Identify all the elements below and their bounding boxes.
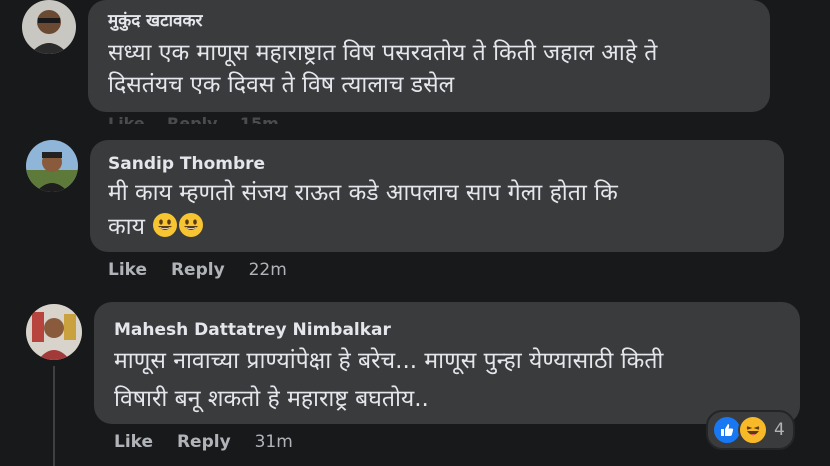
haha-reaction-icon [738, 415, 768, 445]
comment-author[interactable]: Sandip Thombre [108, 154, 265, 174]
avatar[interactable] [22, 0, 76, 54]
avatar-image [26, 304, 82, 360]
comment-text-line: विषारी बनू शकतो हे महाराष्ट्र बघतोय.. [114, 386, 429, 412]
avatar[interactable] [26, 304, 82, 360]
hidden-actions-row: ▁▁▁ ▁▁▁▁ ▁▁▁▁ ▁▁▁▁▁▁ [112, 286, 338, 296]
like-link[interactable]: Like [108, 114, 145, 124]
comment-timestamp[interactable]: 22m [249, 260, 287, 280]
like-link[interactable]: Like [114, 432, 153, 452]
comment-text-line: दिसतंयच एक दिवस ते विष त्यालाच डसेल [108, 72, 455, 98]
reply-link[interactable]: Reply [171, 260, 225, 280]
comment-actions: Like Reply 22m [108, 260, 305, 280]
avatar-image [26, 140, 78, 192]
comment-actions: Like Reply 31m [114, 432, 311, 452]
reply-link[interactable]: Reply [177, 432, 231, 452]
comment-text-line: काय [108, 210, 204, 244]
reply-link[interactable]: Reply [167, 114, 218, 124]
comment-timestamp[interactable]: 31m [255, 432, 293, 452]
comment-text-line: माणूस नावाच्या प्राण्यांपेक्षा हे बरेच..… [114, 348, 664, 374]
comment-text-word: काय [108, 214, 145, 240]
thread-line [53, 366, 55, 466]
like-link[interactable]: Like [108, 260, 147, 280]
comment-author[interactable]: मुकुंद खटावकर [108, 8, 203, 31]
comment-timestamp[interactable]: 15m [240, 114, 279, 124]
reaction-count: 4 [774, 420, 785, 440]
grinning-face-icon [179, 213, 204, 237]
avatar[interactable] [26, 140, 78, 192]
avatar-image [22, 0, 76, 54]
comment-author[interactable]: Mahesh Dattatrey Nimbalkar [114, 320, 391, 340]
comment-text-line: मी काय म्हणतो संजय राऊत कडे आपलाच साप गे… [108, 180, 618, 206]
reaction-summary[interactable]: 4 [706, 410, 795, 450]
grinning-face-icon [153, 213, 178, 237]
comment-actions: Like Reply 15m [108, 114, 279, 124]
comment-text-line: सध्या एक माणूस महाराष्ट्रात विष पसरवतोय … [108, 40, 658, 66]
